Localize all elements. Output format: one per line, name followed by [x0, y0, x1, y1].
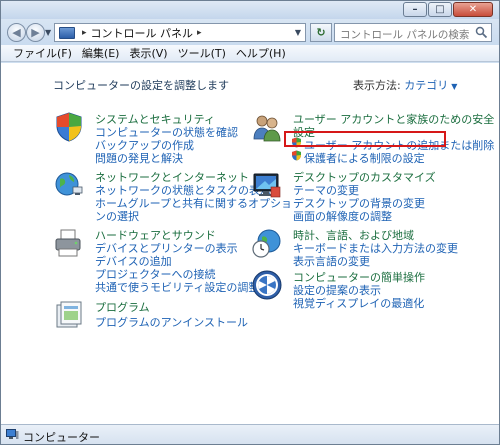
- link-find-fix-problems[interactable]: 問題の発見と解決: [95, 150, 183, 166]
- link-homegroup-options-cont[interactable]: ンの選択: [95, 208, 139, 224]
- caption-buttons: – □ ✕: [402, 2, 493, 17]
- maximize-button[interactable]: □: [428, 2, 452, 17]
- breadcrumb-separator-icon[interactable]: ▸: [197, 28, 202, 38]
- highlight-box: [284, 131, 446, 147]
- minimize-button[interactable]: –: [403, 2, 427, 17]
- chevron-down-icon[interactable]: ▼: [451, 82, 457, 91]
- navigation-bar: ◀ ▶ ▼ ▸ コントロール パネル ▸ ▼ ↻ コントロール パネルの検索: [1, 19, 499, 45]
- menu-help[interactable]: ヘルプ(H): [236, 45, 286, 61]
- menu-file[interactable]: ファイル(F): [13, 45, 72, 61]
- category-programs: プログラム プログラムのアンインストール: [53, 299, 253, 331]
- forward-arrow-icon: ▶: [31, 26, 40, 39]
- programs-icon[interactable]: [53, 299, 85, 331]
- category-ease-of-access: コンピューターの簡単操作 設定の提案の表示 視覚ディスプレイの最適化: [251, 269, 451, 317]
- forward-button[interactable]: ▶: [26, 23, 45, 42]
- menu-tools[interactable]: ツール(T): [178, 45, 226, 61]
- category-hardware-sound: ハードウェアとサウンド デバイスとプリンターの表示 デバイスの追加 プロジェクタ…: [53, 227, 259, 294]
- title-bar: – □ ✕: [1, 1, 499, 19]
- content-pane: コンピューターの設定を調整します 表示方法: カテゴリ ▼ システムとセキュリティ…: [1, 63, 499, 424]
- refresh-button[interactable]: ↻: [310, 23, 332, 42]
- back-arrow-icon: ◀: [12, 26, 21, 39]
- minimize-icon: –: [412, 4, 418, 15]
- close-icon: ✕: [468, 4, 478, 15]
- category-appearance: デスクトップのカスタマイズ テーマの変更 デスクトップの背景の変更 画面の解像度…: [251, 169, 451, 229]
- search-input[interactable]: コントロール パネルの検索: [334, 23, 492, 42]
- network-globe-icon[interactable]: [53, 169, 85, 201]
- computer-icon: [6, 429, 19, 439]
- category-system-security: システムとセキュリティ コンピューターの状態を確認 バックアップの作成 問題の発…: [53, 111, 253, 171]
- view-by-dropdown[interactable]: カテゴリ: [404, 79, 448, 92]
- refresh-icon: ↻: [316, 26, 326, 39]
- address-bar[interactable]: ▸ コントロール パネル ▸ ▼: [54, 23, 306, 42]
- users-icon[interactable]: [251, 111, 283, 143]
- search-placeholder: コントロール パネルの検索: [340, 29, 470, 41]
- recent-pages-dropdown[interactable]: ▼: [45, 28, 51, 37]
- status-text: コンピューター: [23, 431, 100, 444]
- view-by: 表示方法: カテゴリ ▼: [353, 77, 457, 93]
- breadcrumb-control-panel[interactable]: コントロール パネル: [91, 25, 194, 41]
- category-title-users[interactable]: ユーザー アカウントと家族のための安全: [293, 111, 494, 127]
- ease-of-access-icon[interactable]: [251, 269, 283, 301]
- address-history-dropdown[interactable]: ▼: [295, 28, 301, 37]
- category-clock-language-region: 時計、言語、および地域 キーボードまたは入力方法の変更 表示言語の変更: [251, 227, 458, 275]
- link-optimize-visual-display[interactable]: 視覚ディスプレイの最適化: [293, 295, 424, 311]
- link-uninstall-program[interactable]: プログラムのアンインストール: [95, 314, 248, 330]
- search-icon[interactable]: [475, 26, 488, 39]
- control-panel-window: – □ ✕ ◀ ▶ ▼ ▸ コントロール パネル ▸ ▼ ↻ コントロール パネ…: [0, 0, 500, 445]
- system-security-shield-icon[interactable]: [53, 111, 85, 143]
- menu-bar: ファイル(F) 編集(E) 表示(V) ツール(T) ヘルプ(H): [1, 45, 499, 62]
- link-adjust-resolution[interactable]: 画面の解像度の調整: [293, 208, 392, 224]
- display-icon[interactable]: [251, 169, 283, 201]
- view-by-label: 表示方法:: [353, 79, 401, 92]
- close-button[interactable]: ✕: [453, 2, 493, 17]
- back-button[interactable]: ◀: [7, 23, 26, 42]
- maximize-icon: □: [435, 4, 445, 15]
- category-title-programs[interactable]: プログラム: [95, 299, 150, 315]
- menu-view[interactable]: 表示(V): [129, 45, 167, 61]
- category-network: ネットワークとインターネット ネットワークの状態とタスクの表示 ホームグループと…: [53, 169, 292, 229]
- uac-shield-icon: [292, 150, 301, 161]
- printer-icon[interactable]: [53, 227, 85, 259]
- control-panel-icon: [59, 26, 75, 39]
- link-mobility-settings[interactable]: 共通で使うモビリティ設定の調整: [95, 279, 259, 295]
- link-change-display-language[interactable]: 表示言語の変更: [293, 253, 370, 269]
- link-parental-controls[interactable]: 保護者による制限の設定: [304, 150, 425, 166]
- page-title: コンピューターの設定を調整します: [53, 79, 229, 92]
- breadcrumb-separator-icon[interactable]: ▸: [82, 28, 87, 38]
- menu-edit[interactable]: 編集(E): [82, 45, 120, 61]
- status-bar: コンピューター: [1, 424, 499, 444]
- clock-globe-icon[interactable]: [251, 227, 283, 259]
